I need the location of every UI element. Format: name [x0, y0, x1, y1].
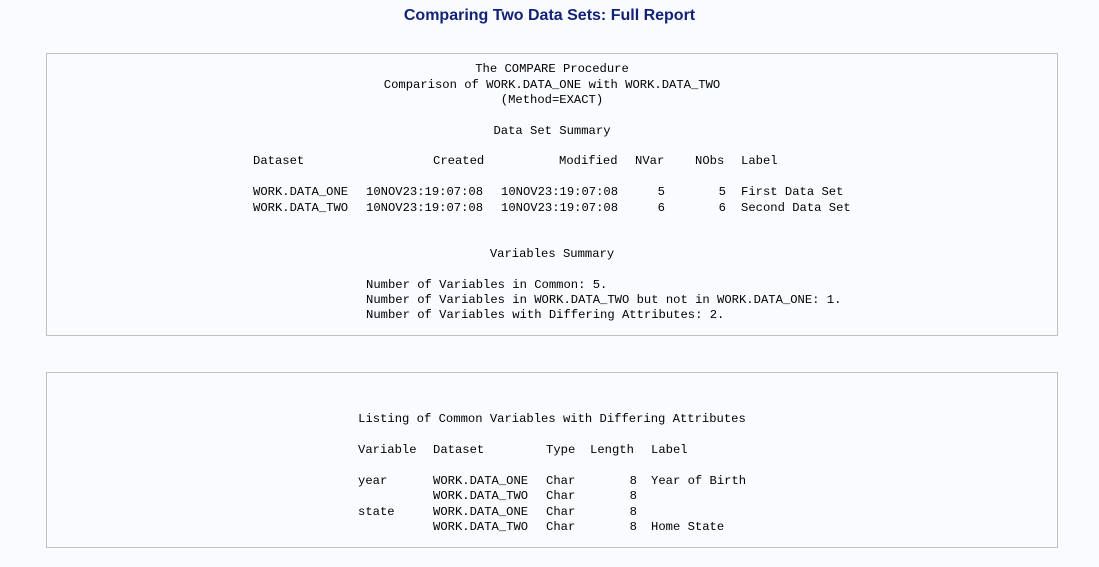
- attr-row-dataset: WORK.DATA_TWO: [433, 520, 529, 534]
- attr-row-type: Char: [546, 474, 576, 488]
- attr-row-dataset: WORK.DATA_TWO: [433, 489, 529, 503]
- col-header-length: Length: [590, 443, 634, 457]
- attr-row-length: 8: [629, 505, 637, 519]
- dataset-row-created: 10NOV23:19:07:08: [366, 201, 484, 215]
- compare-summary-panel: The COMPARE Procedure Comparison of WORK…: [46, 53, 1058, 336]
- attr-row-label: Year of Birth: [651, 474, 747, 488]
- dataset-row-label: First Data Set: [741, 185, 844, 199]
- attr-row-variable: year: [358, 474, 388, 488]
- attr-row-length: 8: [629, 520, 637, 534]
- col-header-variable: Variable: [358, 443, 417, 457]
- attr-row-length: 8: [629, 474, 637, 488]
- col-header-dataset: Dataset: [253, 154, 305, 168]
- variables-summary-line: Number of Variables in Common: 5.: [366, 278, 608, 292]
- method-line: (Method=EXACT): [500, 93, 604, 107]
- attr-row-type: Char: [546, 489, 576, 503]
- dataset-row-dataset: WORK.DATA_TWO: [253, 201, 349, 215]
- dataset-row-nvar: 6: [657, 201, 665, 215]
- comparison-line: Comparison of WORK.DATA_ONE with WORK.DA…: [383, 78, 721, 92]
- attr-row-dataset: WORK.DATA_ONE: [433, 505, 529, 519]
- dataset-row-nvar: 5: [657, 185, 665, 199]
- attr-row-dataset: WORK.DATA_ONE: [433, 474, 529, 488]
- attr-row-type: Char: [546, 505, 576, 519]
- dataset-row-label: Second Data Set: [741, 201, 851, 215]
- col-header-modified: Modified: [559, 154, 618, 168]
- procedure-title: The COMPARE Procedure: [475, 62, 629, 76]
- col-header-nobs: NObs: [695, 154, 725, 168]
- col-header-created: Created: [433, 154, 485, 168]
- dataset-summary-heading: Data Set Summary: [493, 124, 611, 138]
- dataset-row-modified: 10NOV23:19:07:08: [501, 201, 619, 215]
- differing-attributes-panel: Listing of Common Variables with Differi…: [46, 372, 1058, 548]
- variables-summary-line: Number of Variables in WORK.DATA_TWO but…: [366, 293, 842, 307]
- col-header-label: Label: [741, 154, 778, 168]
- dataset-row-modified: 10NOV23:19:07:08: [501, 185, 619, 199]
- variables-summary-heading: Variables Summary: [489, 247, 615, 261]
- dataset-row-dataset: WORK.DATA_ONE: [253, 185, 349, 199]
- attr-row-type: Char: [546, 520, 576, 534]
- col-header-dataset: Dataset: [433, 443, 485, 457]
- variables-summary-line: Number of Variables with Differing Attri…: [366, 308, 725, 322]
- dataset-row-nobs: 6: [718, 201, 726, 215]
- col-header-nvar: NVar: [635, 154, 665, 168]
- dataset-row-nobs: 5: [718, 185, 726, 199]
- differing-attributes-heading: Listing of Common Variables with Differi…: [358, 412, 746, 426]
- col-header-type: Type: [546, 443, 576, 457]
- col-header-label: Label: [651, 443, 688, 457]
- attr-row-length: 8: [629, 489, 637, 503]
- page-title: Comparing Two Data Sets: Full Report: [403, 7, 696, 24]
- attr-row-variable: state: [358, 505, 395, 519]
- dataset-row-created: 10NOV23:19:07:08: [366, 185, 484, 199]
- attr-row-label: Home State: [651, 520, 725, 534]
